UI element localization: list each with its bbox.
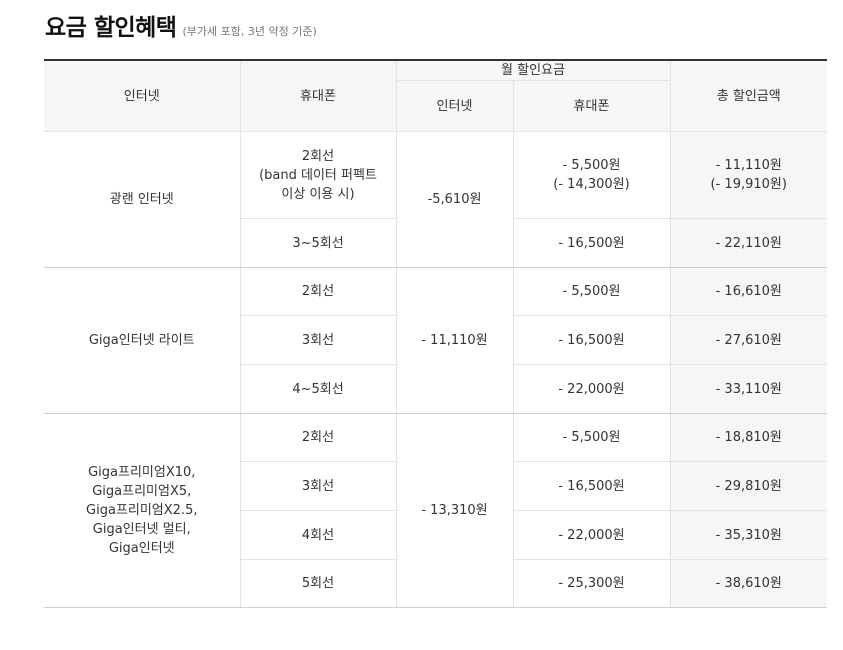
internet-discount-cell: - 13,310원 bbox=[395, 413, 513, 608]
total-discount-cell: - 18,810원 bbox=[669, 413, 827, 462]
total-discount-cell: - 38,610원 bbox=[669, 559, 827, 608]
mobile-discount-cell: - 5,500원 bbox=[512, 267, 670, 316]
mobile-lines-cell: 3~5회선 bbox=[239, 218, 396, 268]
header-monthly-internet: 인터넷 bbox=[395, 80, 513, 132]
total-discount-cell: - 35,310원 bbox=[669, 510, 827, 560]
internet-type-cell: Giga인터넷 라이트 bbox=[44, 267, 240, 414]
mobile-discount-cell: - 16,500원 bbox=[512, 218, 670, 268]
table-row: 광랜 인터넷 2회선 (band 데이터 퍼펙트 이상 이용 시) -5,610… bbox=[44, 131, 827, 268]
discount-table: 인터넷 휴대폰 월 할인요금 총 할인금액 인터넷 휴대폰 광랜 인터넷 2회선… bbox=[44, 59, 827, 608]
table-body: 광랜 인터넷 2회선 (band 데이터 퍼펙트 이상 이용 시) -5,610… bbox=[44, 131, 827, 608]
internet-type-cell: Giga프리미엄X10, Giga프리미엄X5, Giga프리미엄X2.5, G… bbox=[44, 413, 240, 608]
mobile-discount-cell: - 22,000원 bbox=[512, 364, 670, 414]
internet-discount-cell: - 11,110원 bbox=[395, 267, 513, 414]
table-row: Giga프리미엄X10, Giga프리미엄X5, Giga프리미엄X2.5, G… bbox=[44, 413, 827, 608]
mobile-lines-cell: 2회선 (band 데이터 퍼펙트 이상 이용 시) bbox=[239, 131, 396, 219]
header-total-discount: 총 할인금액 bbox=[669, 59, 827, 132]
page-header: 요금 할인혜택 (부가세 포함, 3년 약정 기준) bbox=[45, 8, 317, 42]
mobile-lines-cell: 2회선 bbox=[239, 413, 396, 462]
mobile-lines-cell: 5회선 bbox=[239, 559, 396, 608]
mobile-discount-cell: - 5,500원 (- 14,300원) bbox=[512, 131, 670, 219]
mobile-discount-cell: - 25,300원 bbox=[512, 559, 670, 608]
mobile-discount-cell: - 22,000원 bbox=[512, 510, 670, 560]
page-title: 요금 할인혜택 bbox=[45, 15, 177, 41]
total-discount-cell: - 27,610원 bbox=[669, 315, 827, 365]
total-discount-cell: - 29,810원 bbox=[669, 461, 827, 511]
mobile-discount-cell: - 16,500원 bbox=[512, 315, 670, 365]
mobile-lines-cell: 3회선 bbox=[239, 315, 396, 365]
mobile-lines-cell: 4회선 bbox=[239, 510, 396, 560]
header-mobile: 휴대폰 bbox=[239, 59, 396, 132]
table-header: 인터넷 휴대폰 월 할인요금 총 할인금액 인터넷 휴대폰 bbox=[44, 59, 827, 132]
header-monthly-mobile: 휴대폰 bbox=[512, 80, 670, 132]
total-discount-cell: - 22,110원 bbox=[669, 218, 827, 268]
internet-discount-cell: -5,610원 bbox=[395, 131, 513, 268]
table-row: Giga인터넷 라이트 2회선 - 11,110원 - 5,500원 - 16,… bbox=[44, 267, 827, 414]
total-discount-cell: - 11,110원 (- 19,910원) bbox=[669, 131, 827, 219]
total-discount-cell: - 16,610원 bbox=[669, 267, 827, 316]
mobile-lines-cell: 2회선 bbox=[239, 267, 396, 316]
header-internet: 인터넷 bbox=[44, 59, 240, 132]
mobile-discount-cell: - 16,500원 bbox=[512, 461, 670, 511]
mobile-discount-cell: - 5,500원 bbox=[512, 413, 670, 462]
mobile-lines-cell: 4~5회선 bbox=[239, 364, 396, 414]
header-monthly-discount: 월 할인요금 bbox=[395, 59, 670, 81]
page-subtitle: (부가세 포함, 3년 약정 기준) bbox=[182, 25, 317, 38]
internet-type-cell: 광랜 인터넷 bbox=[44, 131, 240, 268]
mobile-lines-cell: 3회선 bbox=[239, 461, 396, 511]
total-discount-cell: - 33,110원 bbox=[669, 364, 827, 414]
